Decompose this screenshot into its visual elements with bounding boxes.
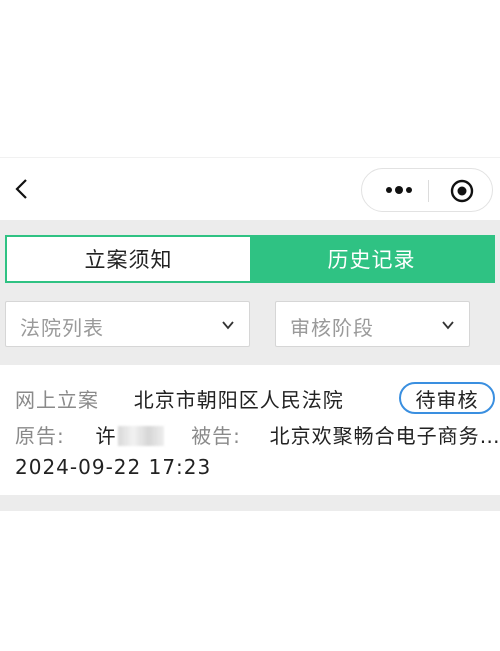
chevron-down-icon	[222, 321, 234, 330]
status-badge: 待审核	[399, 382, 495, 414]
case-header-row: 网上立案 北京市朝阳区人民法院	[15, 384, 344, 413]
nav-bar	[0, 157, 500, 221]
plaintiff-name: 许	[95, 424, 117, 448]
stage-select[interactable]: 审核阶段	[275, 301, 470, 347]
submit-time: 2024-09-22 17:23	[15, 455, 212, 479]
case-type: 网上立案	[15, 388, 99, 412]
content-area: 立案须知 历史记录 法院列表 审核阶段 网上立案 北京市朝阳区人民法院 待审核 …	[0, 220, 500, 511]
plaintiff-label: 原告:	[15, 424, 65, 448]
court-select[interactable]: 法院列表	[5, 301, 250, 347]
capsule-divider	[428, 180, 429, 202]
case-record-card[interactable]: 网上立案 北京市朝阳区人民法院 待审核 原告: 许 被告: 北京欢聚畅合电子商务…	[0, 365, 500, 495]
chevron-down-icon	[442, 321, 454, 330]
case-datetime: 2024-09-22 17:23	[15, 455, 211, 479]
stage-select-placeholder: 审核阶段	[290, 316, 374, 340]
tab-bar: 立案须知 历史记录	[5, 235, 495, 283]
chevron-left-icon[interactable]	[12, 178, 34, 200]
filter-bar: 法院列表 审核阶段	[5, 301, 495, 348]
defendant-label: 被告:	[191, 424, 241, 448]
tab-filing-notice[interactable]: 立案须知	[7, 237, 250, 281]
court-select-placeholder: 法院列表	[20, 316, 104, 340]
redacted-name	[118, 426, 165, 446]
target-icon[interactable]	[450, 179, 474, 203]
miniprogram-capsule	[361, 168, 493, 212]
court-name: 北京市朝阳区人民法院	[133, 388, 344, 412]
more-dots-icon[interactable]	[384, 183, 414, 197]
tab-history[interactable]: 历史记录	[250, 237, 493, 281]
defendant-name: 北京欢聚畅合电子商务…	[269, 424, 500, 448]
parties-row: 原告: 许 被告: 北京欢聚畅合电子商务…	[15, 420, 500, 449]
